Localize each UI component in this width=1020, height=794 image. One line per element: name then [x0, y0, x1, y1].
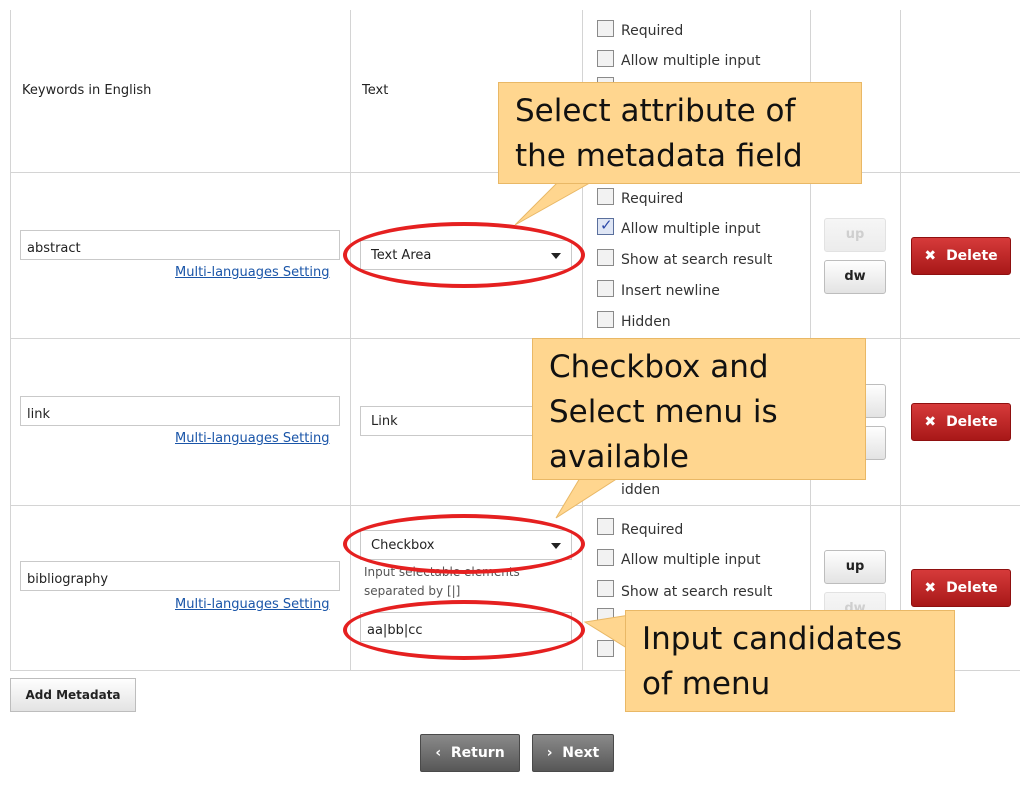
callout-checkbox: Checkbox and Select menu is available [532, 338, 866, 480]
callout-text: Select attribute of [515, 93, 796, 129]
callout-tail [555, 477, 620, 519]
callout-text: of menu [642, 666, 771, 702]
callout-text: Checkbox and [549, 349, 769, 385]
callout-tail [514, 179, 597, 226]
callout-text: Select menu is [549, 394, 778, 430]
callout-attribute: Select attribute of the metadata field [498, 82, 862, 184]
callout-text: available [549, 439, 689, 475]
callout-text: Input candidates [642, 621, 903, 657]
callout-candidates: Input candidates of menu [625, 610, 955, 712]
callout-text: the metadata field [515, 138, 803, 174]
callout-tail [583, 614, 631, 651]
